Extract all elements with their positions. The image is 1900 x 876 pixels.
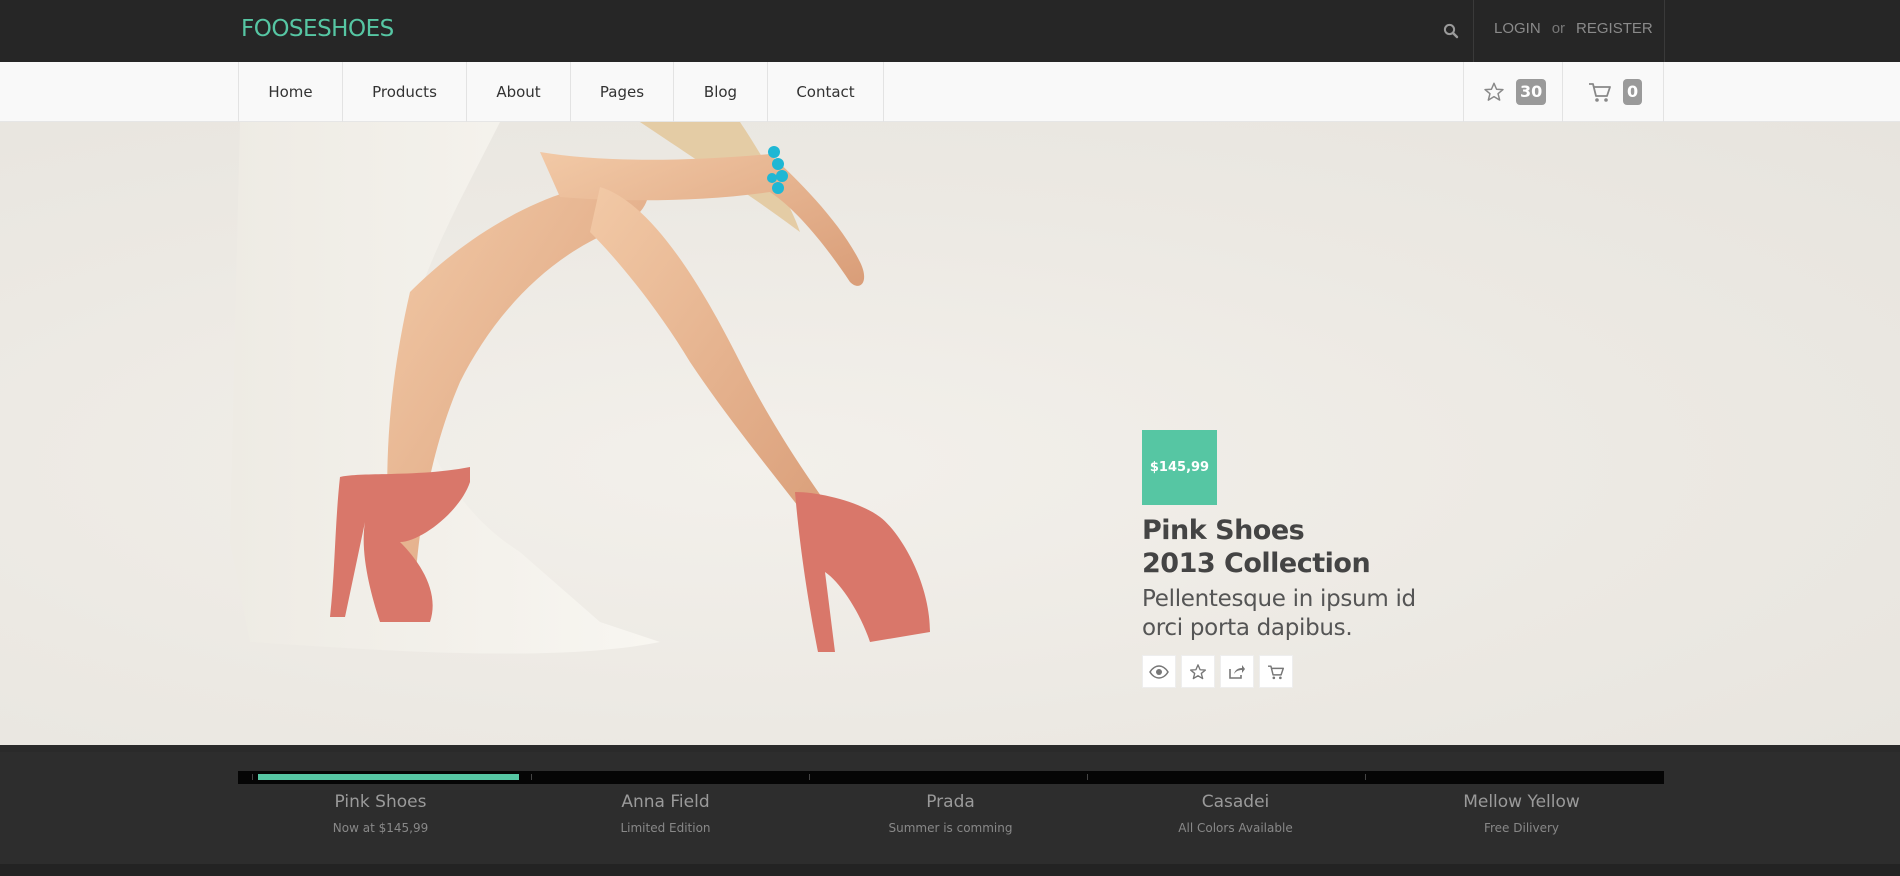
hero-image <box>230 122 930 654</box>
slider-thumb-2[interactable]: Anna Field Limited Edition <box>523 792 808 835</box>
thumb-caption: Now at $145,99 <box>332 821 429 835</box>
nav-menu: Home Products About Pages Blog Contact <box>238 62 884 122</box>
login-link[interactable]: LOGIN <box>1494 20 1541 37</box>
cart-count: 0 <box>1623 79 1643 105</box>
wishlist-count: 30 <box>1516 79 1547 105</box>
quick-view-button[interactable] <box>1142 655 1176 688</box>
nav-actions: 30 0 <box>1463 62 1664 122</box>
slider-progress-bar <box>238 771 1664 784</box>
or-label: or <box>1551 20 1566 37</box>
auth-links: LOGIN or REGISTER <box>1494 20 1653 37</box>
cart-icon <box>1589 83 1611 102</box>
search-button[interactable] <box>1428 0 1474 62</box>
thumb-caption: All Colors Available <box>1178 821 1293 835</box>
slider-thumb-3[interactable]: Prada Summer is comming <box>808 792 1093 835</box>
thumb-title: Pink Shoes <box>334 792 427 812</box>
thumb-caption: Free Dilivery <box>1483 821 1560 835</box>
star-icon <box>1189 663 1207 679</box>
hero-actions <box>1142 655 1293 688</box>
eye-icon <box>1149 664 1169 679</box>
tick <box>531 774 532 780</box>
hero-title-line2: 2013 Collection <box>1142 548 1371 579</box>
slider-thumb-1[interactable]: Pink Shoes Now at $145,99 <box>238 792 523 835</box>
hero-slide: $145,99 Pink Shoes 2013 Collection Pelle… <box>0 122 1900 745</box>
thumb-title: Anna Field <box>621 792 710 812</box>
slider-thumb-5[interactable]: Mellow Yellow Free Dilivery <box>1379 792 1664 835</box>
slider-thumb-4[interactable]: Casadei All Colors Available <box>1093 792 1378 835</box>
main-navigation: Home Products About Pages Blog Contact 3… <box>0 62 1900 122</box>
divider <box>1664 0 1665 62</box>
slider-progress-fill <box>258 774 519 780</box>
nav-item-contact[interactable]: Contact <box>768 62 884 122</box>
tick <box>252 774 253 780</box>
nav-item-home[interactable]: Home <box>239 62 343 122</box>
tick <box>809 774 810 780</box>
add-to-wishlist-button[interactable] <box>1181 655 1215 688</box>
share-button[interactable] <box>1220 655 1254 688</box>
hero-title: Pink Shoes 2013 Collection <box>1142 514 1371 580</box>
nav-item-pages[interactable]: Pages <box>571 62 674 122</box>
cart-button[interactable]: 0 <box>1563 62 1664 122</box>
price-tag: $145,99 <box>1142 430 1217 505</box>
footer-strip <box>0 864 1900 876</box>
nav-item-about[interactable]: About <box>467 62 571 122</box>
hero-subtitle: Pellentesque in ipsum id orci porta dapi… <box>1142 586 1416 641</box>
wishlist-button[interactable]: 30 <box>1464 62 1563 122</box>
add-to-cart-button[interactable] <box>1259 655 1293 688</box>
thumb-caption: Limited Edition <box>620 821 711 835</box>
divider <box>1473 0 1474 62</box>
thumb-title: Prada <box>926 792 975 812</box>
share-icon <box>1229 664 1245 679</box>
site-logo[interactable]: FOOSESHOES <box>241 16 394 42</box>
star-icon <box>1484 82 1504 101</box>
thumb-title: Casadei <box>1201 792 1270 812</box>
tick <box>1365 774 1366 780</box>
top-bar: FOOSESHOES LOGIN or REGISTER <box>0 0 1900 62</box>
cart-add-icon <box>1268 664 1284 679</box>
tick <box>1087 774 1088 780</box>
hero-title-line1: Pink Shoes <box>1142 515 1305 546</box>
nav-item-blog[interactable]: Blog <box>674 62 768 122</box>
search-icon <box>1443 23 1459 39</box>
thumb-caption: Summer is comming <box>888 821 1013 835</box>
nav-item-products[interactable]: Products <box>343 62 467 122</box>
thumb-title: Mellow Yellow <box>1463 792 1580 812</box>
register-link[interactable]: REGISTER <box>1576 20 1653 37</box>
